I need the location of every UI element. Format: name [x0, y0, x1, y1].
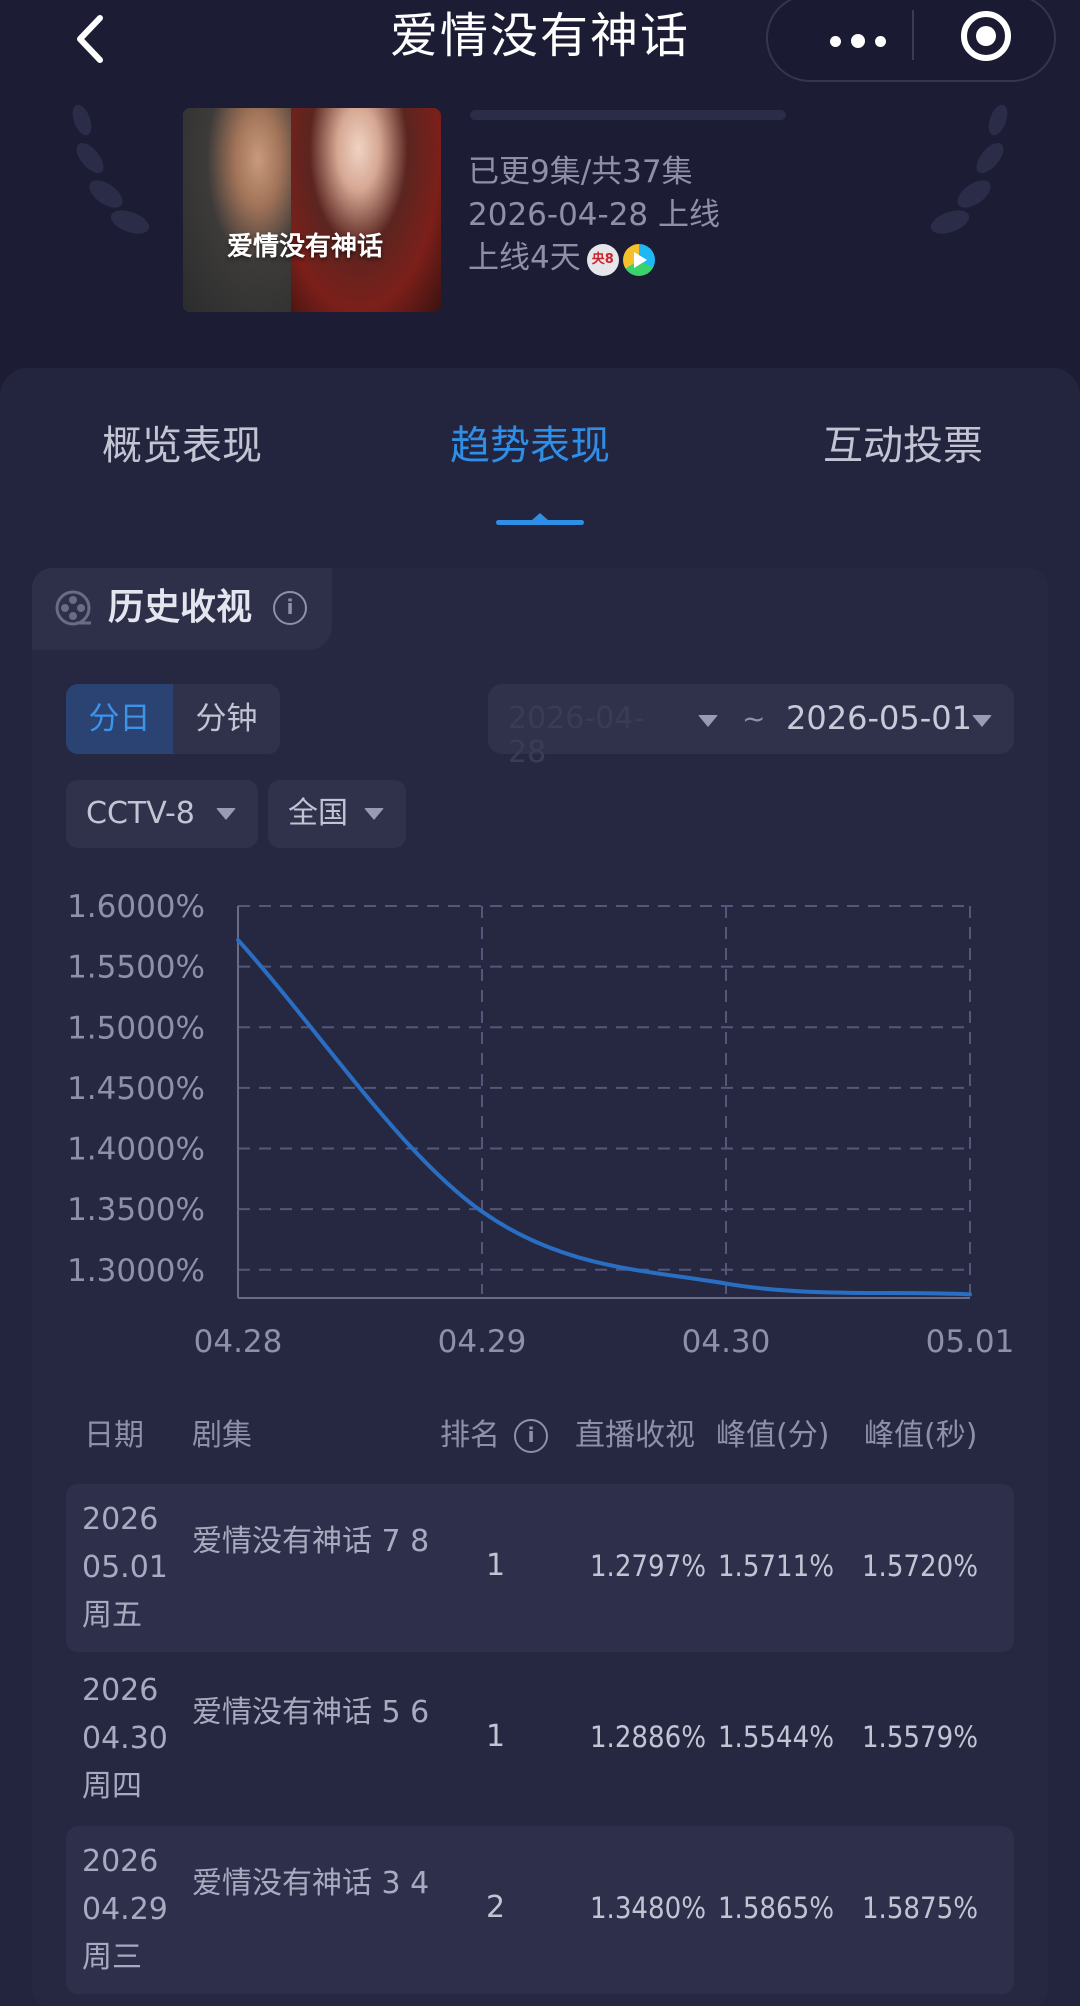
- more-options-button[interactable]: [808, 16, 908, 66]
- row-peak-second: 1.5579%: [861, 1720, 978, 1754]
- table-row[interactable]: 2026 04.30 周四 爱情没有神话 5 6 1 1.2886% 1.5544%…: [66, 1655, 1014, 1823]
- active-tab-indicator: [496, 513, 584, 525]
- col-header-date: 日期: [84, 1418, 144, 1453]
- close-miniprogram-button[interactable]: [958, 8, 1014, 64]
- tab-trend[interactable]: 趋势表现: [450, 418, 610, 474]
- y-tick-label: 1.3000%: [67, 1253, 205, 1289]
- channel-dropdown-label: CCTV-8: [86, 796, 195, 831]
- region-dropdown[interactable]: 全国: [268, 780, 406, 848]
- col-header-episode: 剧集: [192, 1418, 252, 1453]
- granularity-day-button[interactable]: 分日: [66, 684, 173, 754]
- y-tick-label: 1.3500%: [67, 1192, 205, 1228]
- start-date-select[interactable]: 2026-04-28: [508, 702, 676, 770]
- target-icon: [961, 11, 1011, 61]
- days-online-row: 上线4天 央8: [468, 238, 655, 278]
- section-info-icon[interactable]: i: [273, 591, 307, 625]
- granularity-switch: 分日 分钟: [66, 684, 280, 754]
- y-tick-label: 1.6000%: [67, 889, 205, 925]
- row-peak-second: 1.5720%: [861, 1549, 978, 1583]
- days-online: 上线4天: [468, 240, 581, 276]
- row-day: 04.30: [82, 1721, 168, 1756]
- show-name-placeholder: [470, 110, 786, 120]
- row-weekday: 周三: [82, 1940, 142, 1975]
- poster-title: 爱情没有神话: [227, 232, 384, 262]
- video-platform-icon: [622, 243, 655, 276]
- film-reel-icon: [55, 590, 91, 626]
- top-nav-bar: 爱情没有神话: [0, 0, 1080, 82]
- row-episode: 爱情没有神话 7 8: [192, 1524, 430, 1559]
- row-weekday: 周五: [82, 1598, 142, 1633]
- cctv8-channel-icon: 央8: [586, 243, 619, 276]
- col-header-rank: 排名: [440, 1418, 500, 1453]
- x-tick-label: 04.28: [194, 1324, 283, 1360]
- back-button[interactable]: [70, 14, 110, 64]
- tab-overview[interactable]: 概览表现: [102, 418, 262, 474]
- chevron-down-icon: [216, 808, 236, 820]
- laurel-left-icon: [72, 104, 150, 234]
- y-tick-label: 1.5500%: [67, 950, 205, 986]
- dot-icon: [851, 34, 865, 48]
- granularity-minute-button[interactable]: 分钟: [173, 684, 280, 754]
- table-row[interactable]: 2026 05.01 周五 爱情没有神话 7 8 1 1.2797% 1.5711%…: [66, 1484, 1014, 1652]
- row-peak-minute: 1.5865%: [717, 1891, 834, 1925]
- row-live-rating: 1.3480%: [589, 1891, 706, 1925]
- end-dropdown-icon: [972, 715, 992, 727]
- y-tick-label: 1.4500%: [67, 1071, 205, 1107]
- region-dropdown-label: 全国: [288, 796, 348, 831]
- row-peak-minute: 1.5544%: [717, 1720, 834, 1754]
- rank-info-icon[interactable]: i: [514, 1419, 548, 1453]
- col-header-peak-minute: 峰值(分): [716, 1418, 830, 1453]
- x-tick-label: 05.01: [926, 1324, 1015, 1360]
- x-tick-label: 04.29: [438, 1324, 527, 1360]
- table-row[interactable]: 2026 04.29 周三 爱情没有神话 3 4 2 1.3480% 1.5865%…: [66, 1826, 1014, 1994]
- miniprogram-capsule: [766, 0, 1056, 82]
- row-date: 2026 04.30 周四: [82, 1667, 172, 1811]
- row-peak-minute: 1.5711%: [717, 1549, 834, 1583]
- capsule-divider: [912, 10, 914, 60]
- col-header-live-rating: 直播收视: [575, 1418, 695, 1453]
- row-rank: 1: [486, 1719, 506, 1754]
- row-live-rating: 1.2797%: [589, 1549, 706, 1583]
- col-header-peak-second: 峰值(秒): [864, 1418, 978, 1453]
- show-poster[interactable]: 爱情没有神话: [183, 108, 441, 312]
- chevron-left-icon: [77, 15, 103, 63]
- row-live-rating: 1.2886%: [589, 1720, 706, 1754]
- dot-icon: [875, 35, 886, 47]
- poster-actress-image: [291, 108, 441, 312]
- row-episode: 爱情没有神话 5 6: [192, 1695, 430, 1730]
- row-weekday: 周四: [82, 1769, 142, 1804]
- dot-icon: [830, 35, 841, 47]
- channel-dropdown[interactable]: CCTV-8: [66, 780, 258, 848]
- date-range-separator: ~: [742, 702, 766, 735]
- end-date-select[interactable]: 2026-05-01: [786, 698, 972, 738]
- row-day: 05.01: [82, 1550, 168, 1585]
- row-year: 2026: [82, 1844, 159, 1879]
- date-range-picker: 2026-04-28 ~ 2026-05-01: [488, 684, 1014, 770]
- row-date: 2026 05.01 周五: [82, 1496, 172, 1640]
- row-peak-second: 1.5875%: [861, 1891, 978, 1925]
- start-dropdown-icon: [698, 715, 718, 727]
- row-date: 2026 04.29 周三: [82, 1838, 172, 1982]
- row-episode: 爱情没有神话 3 4: [192, 1866, 430, 1901]
- ratings-line-chart: 1.6000% 1.5500% 1.5000% 1.4500% 1.4000% 1.350…: [67, 889, 1015, 1360]
- tab-vote[interactable]: 互动投票: [823, 418, 983, 474]
- episode-count: 已更9集/共37集: [468, 154, 693, 190]
- x-tick-label: 04.30: [682, 1324, 771, 1360]
- chevron-down-icon: [364, 808, 384, 820]
- y-tick-label: 1.5000%: [67, 1010, 205, 1046]
- section-title: 历史收视: [108, 587, 253, 628]
- row-year: 2026: [82, 1673, 159, 1708]
- row-day: 04.29: [82, 1892, 168, 1927]
- row-year: 2026: [82, 1502, 159, 1537]
- laurel-right-icon: [930, 104, 1008, 234]
- ratings-series-line: [236, 937, 972, 1297]
- row-rank: 2: [486, 1890, 506, 1925]
- premiere-date: 2026-04-28 上线: [468, 197, 721, 233]
- y-tick-label: 1.4000%: [67, 1132, 205, 1168]
- row-rank: 1: [486, 1548, 506, 1583]
